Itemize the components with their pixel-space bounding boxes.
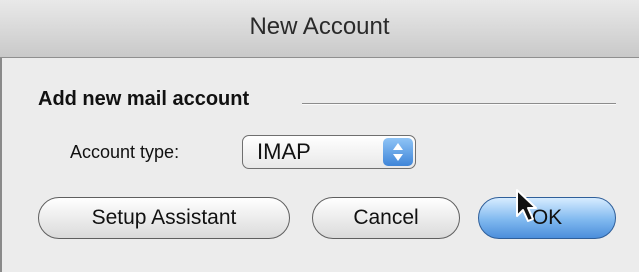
account-type-label: Account type: [70,142,180,162]
window-title: New Account [249,13,390,40]
account-type-popup[interactable]: IMAP [242,135,416,169]
cancel-button[interactable]: Cancel [312,197,460,239]
section-divider [302,103,616,105]
account-type-value: IMAP [257,139,311,164]
up-down-arrows-icon [383,138,413,166]
title-bar[interactable]: New Account [0,0,639,58]
mouse-pointer-icon [515,188,541,229]
ok-button[interactable]: OK [478,197,616,239]
setup-assistant-button[interactable]: Setup Assistant [38,197,290,239]
section-label: Add new mail account [38,88,250,110]
